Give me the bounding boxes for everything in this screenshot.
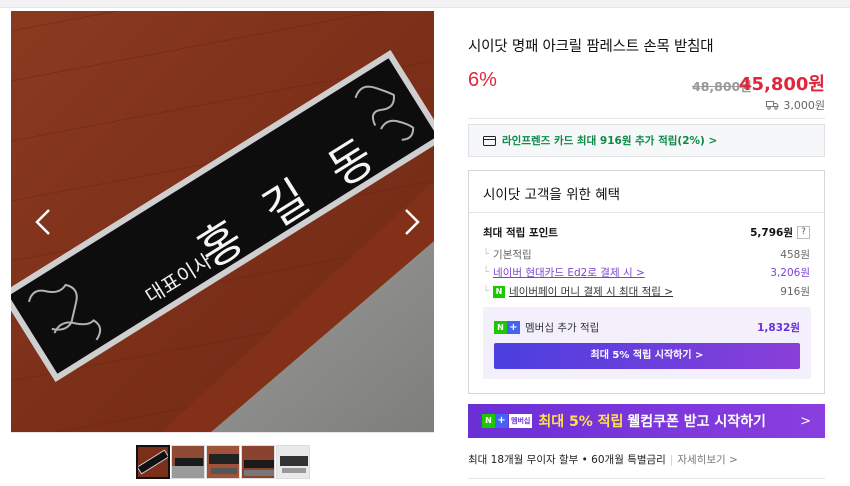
welcome-coupon-banner[interactable]: N + 멤버십 최대 5% 적립 웰컴쿠폰 받고 시작하기 >: [468, 404, 825, 438]
card-benefit-label: 라인프렌즈 카드 최대 916원 추가 적립(2%) >: [502, 135, 718, 147]
tree-branch-icon: └: [483, 249, 490, 260]
installment-text: 최대 18개월 무이자 할부 • 60개월 특별금리: [468, 454, 666, 466]
hyundai-card-link[interactable]: 네이버 현대카드 Ed2로 결제 시 >: [493, 265, 645, 280]
naverpay-icon: N: [493, 285, 506, 298]
membership-label: 멤버십 추가 적립: [525, 322, 600, 334]
chevron-right-icon: >: [800, 413, 811, 429]
truck-icon: [766, 101, 779, 110]
gallery-next-button[interactable]: [396, 207, 426, 237]
membership-box: N + 멤버십 추가 적립 1,832원 최대 5% 적립 시작하기 >: [483, 307, 811, 379]
thumbnail-1[interactable]: [136, 445, 170, 479]
max-points-row: 최대 적립 포인트 5,796원 ?: [483, 225, 810, 240]
basic-points-value: 458원: [780, 249, 810, 261]
naverpay-value: 916원: [780, 286, 810, 298]
membership-badge-icon: N + 멤버십: [482, 414, 533, 428]
discount-rate: 6%: [468, 69, 497, 91]
naver-plus-icon: N +: [494, 321, 520, 334]
hyundai-card-value: 3,206원: [770, 267, 810, 279]
benefit-heading: 시이닷 고객을 위한 혜택: [469, 171, 824, 213]
product-image: 대표이사 홍 길 동: [11, 11, 434, 432]
list-item: └ N 네이버페이 머니 결제 시 최대 적립 > 916원: [483, 284, 810, 299]
benefit-box: 시이닷 고객을 위한 혜택 최대 적립 포인트 5,796원 ? └ 기본적립 4…: [468, 170, 825, 394]
tree-branch-icon: └: [483, 267, 490, 278]
promo-highlight: 최대 5% 적립: [538, 414, 624, 430]
top-bar: [0, 0, 850, 8]
help-icon[interactable]: ?: [797, 226, 810, 239]
membership-start-button[interactable]: 최대 5% 적립 시작하기 >: [494, 343, 800, 369]
basic-points-label: 기본적립: [493, 249, 532, 261]
shipping-fee: 3,000원: [766, 97, 825, 113]
thumbnail-3[interactable]: [206, 445, 240, 479]
sale-price: 45,800원: [738, 74, 825, 95]
max-points-value: 5,796원: [750, 227, 793, 239]
list-item: └ 네이버 현대카드 Ed2로 결제 시 > 3,206원: [483, 265, 810, 280]
max-points-label: 최대 적립 포인트: [483, 227, 558, 239]
membership-row: N + 멤버십 추가 적립 1,832원: [494, 320, 800, 335]
installment-more-link[interactable]: 자세히보기 >: [677, 454, 737, 466]
list-item: └ 기본적립 458원: [483, 247, 810, 262]
chevron-left-icon: [35, 209, 50, 235]
gallery-divider: [11, 432, 434, 433]
product-title: 시이닷 명패 아크릴 팜레스트 손목 받침대: [468, 39, 714, 55]
promo-text: 웰컴쿠폰 받고 시작하기: [627, 414, 766, 430]
membership-value: 1,832원: [757, 322, 800, 334]
tree-branch-icon: └: [483, 286, 490, 297]
naverpay-link[interactable]: 네이버페이 머니 결제 시 최대 적립 >: [509, 284, 673, 299]
shipping-fee-value: 3,000원: [783, 99, 825, 112]
divider: [468, 478, 825, 479]
divider: [468, 118, 825, 119]
thumbnail-2[interactable]: [171, 445, 205, 479]
gallery-prev-button[interactable]: [29, 207, 59, 237]
card-benefit-banner[interactable]: 라인프렌즈 카드 최대 916원 추가 적립(2%) >: [468, 124, 825, 157]
thumbnail-4[interactable]: [241, 445, 275, 479]
chevron-right-icon: [405, 209, 420, 235]
credit-card-icon: [483, 135, 496, 146]
installment-info: 최대 18개월 무이자 할부 • 60개월 특별금리 | 자세히보기 >: [468, 454, 738, 466]
thumbnail-5[interactable]: [276, 445, 310, 479]
thumbnail-strip: [136, 445, 310, 479]
